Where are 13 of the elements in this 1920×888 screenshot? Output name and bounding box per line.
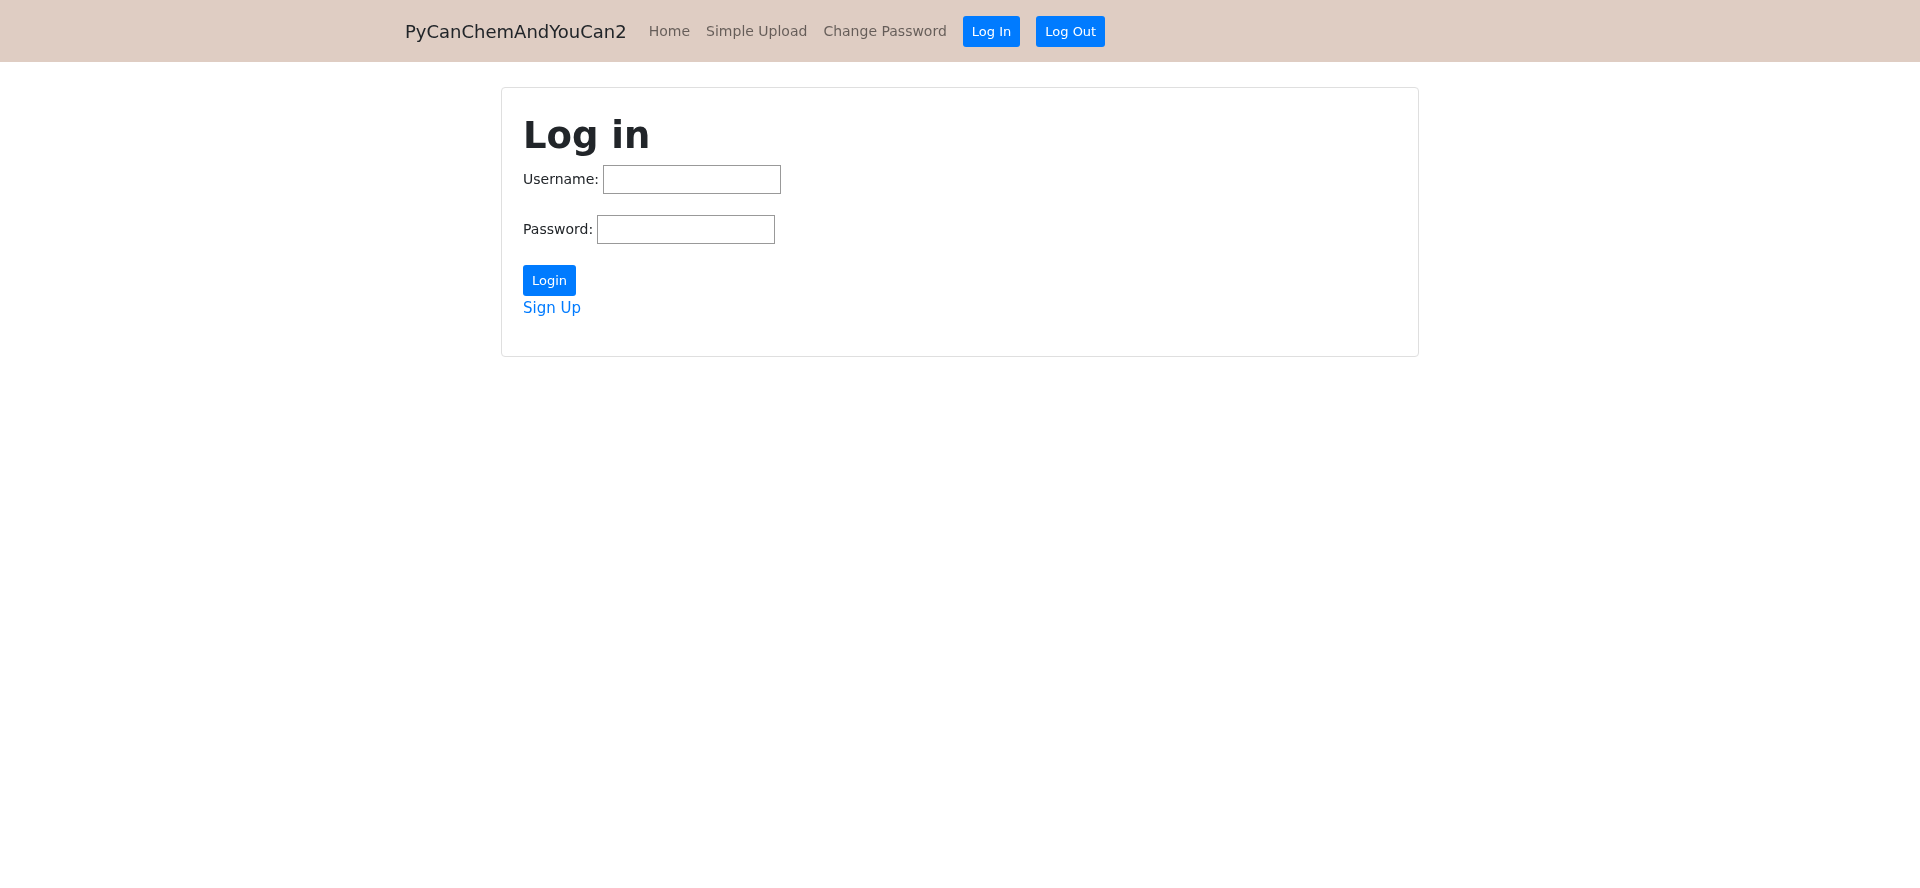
nav-link[interactable]: Home [648, 23, 691, 39]
brand-link[interactable]: PyCanChemAndYouCan2 [405, 20, 627, 42]
sign-up-link[interactable]: Sign Up [523, 298, 581, 317]
page-title: Log in [523, 116, 652, 157]
nav-button[interactable]: Log In [962, 15, 1021, 47]
nav-link[interactable]: Simple Upload [706, 23, 808, 39]
input-field[interactable] [597, 214, 776, 244]
nav-link[interactable]: Change Password [823, 23, 947, 39]
nav-button[interactable]: Log Out [1036, 15, 1106, 47]
field-label: Username: [523, 171, 600, 188]
field-label: Password: [523, 221, 594, 238]
input-field[interactable] [603, 164, 782, 194]
login-button[interactable]: Login [523, 264, 577, 296]
